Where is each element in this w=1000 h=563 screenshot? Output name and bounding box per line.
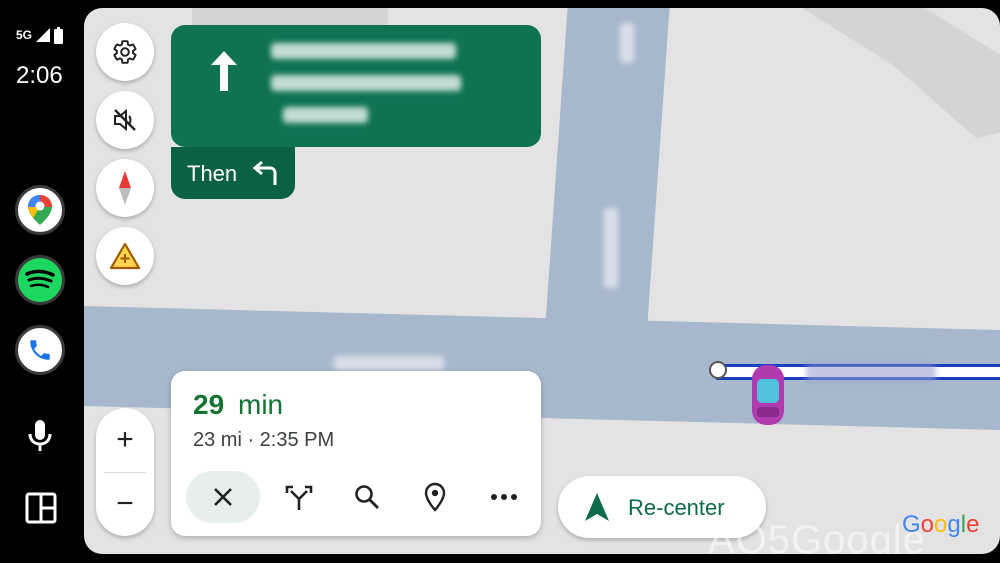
dashboard-grid-icon[interactable] bbox=[25, 492, 57, 524]
building-shape bbox=[802, 8, 1000, 138]
watermark: AO5Google bbox=[708, 518, 927, 554]
clock: 2:06 bbox=[16, 62, 63, 89]
sound-off-icon bbox=[114, 108, 136, 132]
zoom-in-button[interactable]: + bbox=[96, 410, 154, 470]
mute-button[interactable] bbox=[96, 91, 154, 149]
maps-pin-icon bbox=[28, 195, 52, 225]
map-view[interactable]: Then + − 29 min 23 mi · 2:35 PM Re-cente… bbox=[84, 8, 1000, 554]
blurred-street-label-top bbox=[620, 23, 634, 63]
google-logo: Google bbox=[902, 511, 980, 538]
zoom-out-button[interactable]: − bbox=[96, 474, 154, 534]
network-type: 5G bbox=[16, 28, 33, 42]
blurred-street-name-2 bbox=[271, 75, 461, 91]
app-rail: 5G 2:06 bbox=[0, 0, 84, 563]
compass-button[interactable] bbox=[96, 159, 154, 217]
search-icon bbox=[355, 485, 379, 509]
then-maneuver-card: Then bbox=[171, 147, 295, 199]
alternate-routes-button[interactable] bbox=[274, 471, 324, 523]
zoom-divider bbox=[104, 472, 146, 473]
trip-summary-card: 29 min 23 mi · 2:35 PM bbox=[171, 371, 541, 536]
car-position-icon bbox=[752, 365, 784, 425]
route-start-dot bbox=[709, 361, 727, 379]
blurred-map-label bbox=[334, 356, 444, 370]
search-button[interactable] bbox=[342, 471, 392, 523]
report-hazard-icon bbox=[109, 242, 141, 270]
add-stop-button[interactable] bbox=[410, 471, 460, 523]
gear-icon bbox=[113, 40, 137, 64]
more-options-button[interactable] bbox=[479, 471, 529, 523]
signal-icon bbox=[36, 28, 50, 42]
microphone-icon[interactable] bbox=[25, 418, 55, 454]
alternate-routes-icon bbox=[285, 485, 313, 510]
location-pin-icon bbox=[424, 482, 446, 512]
settings-button[interactable] bbox=[96, 23, 154, 81]
phone-icon bbox=[30, 340, 50, 360]
report-button[interactable] bbox=[96, 227, 154, 285]
eta-minutes: 29 bbox=[193, 389, 225, 420]
app-spotify[interactable] bbox=[15, 255, 65, 305]
zoom-controls: + − bbox=[96, 408, 154, 536]
app-phone[interactable] bbox=[15, 325, 65, 375]
battery-icon bbox=[54, 27, 63, 44]
exit-navigation-button[interactable] bbox=[186, 471, 260, 523]
turn-left-icon bbox=[252, 161, 277, 185]
close-icon bbox=[214, 488, 232, 506]
more-icon bbox=[491, 494, 517, 500]
trip-details: 23 mi · 2:35 PM bbox=[193, 429, 335, 451]
road-vertical bbox=[544, 8, 670, 338]
app-google-maps[interactable] bbox=[15, 185, 65, 235]
eta-unit: min bbox=[238, 389, 284, 420]
compass-icon bbox=[119, 171, 131, 205]
blurred-street-name bbox=[271, 43, 456, 59]
blurred-street-name-3 bbox=[283, 107, 368, 123]
blurred-street-label bbox=[604, 208, 618, 288]
next-maneuver-card[interactable] bbox=[171, 25, 541, 147]
navigation-arrow-icon bbox=[585, 493, 609, 521]
then-label: Then bbox=[187, 161, 238, 186]
spotify-icon bbox=[25, 269, 55, 289]
arrow-up-icon bbox=[211, 51, 237, 91]
blurred-route-label bbox=[806, 364, 936, 382]
